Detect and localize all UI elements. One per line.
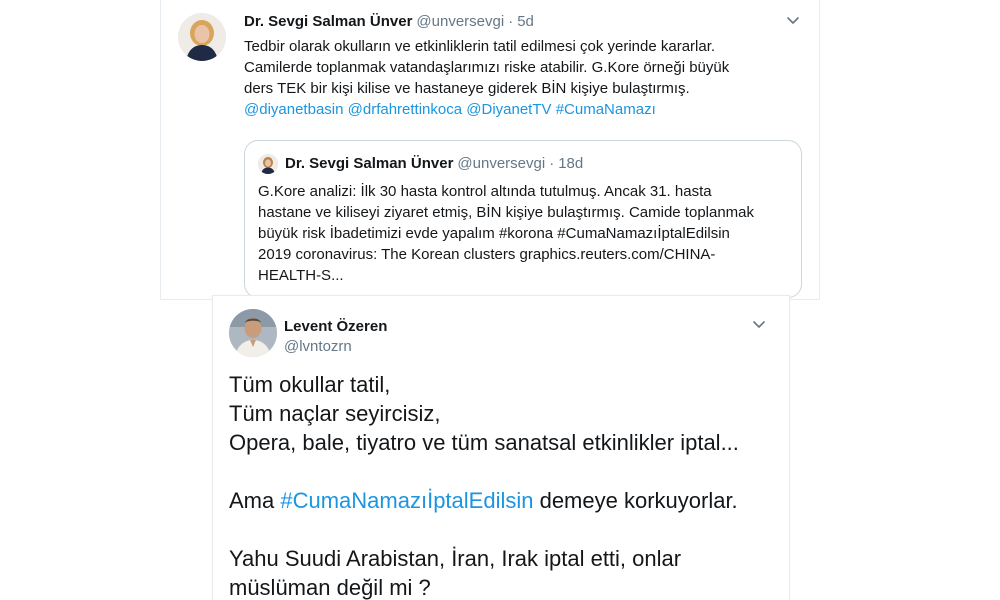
- text-fragment: Ama: [229, 488, 281, 513]
- quoted-tweet-text: G.Kore analizi: İlk 30 hasta kontrol alt…: [258, 181, 790, 286]
- quoted-tweet-header: Dr. Sevgi Salman Ünver @unversevgi · 18d: [285, 154, 583, 174]
- tweet-text-line: Ama #CumaNamazıİptalEdilsin demeye korku…: [229, 486, 779, 515]
- hashtag-link[interactable]: #CumaNamazıİptalEdilsin: [280, 488, 533, 513]
- tweet-text-line: Tüm okullar tatil,: [229, 372, 391, 397]
- tweet-text-line: Camilerde toplanmak vatandaşlarımızı ris…: [244, 59, 730, 76]
- tweet-timestamp[interactable]: 5d: [517, 13, 534, 30]
- quoted-tweet[interactable]: Dr. Sevgi Salman Ünver @unversevgi · 18d G.…: [244, 140, 802, 298]
- author-name[interactable]: Levent Özeren: [284, 317, 387, 337]
- quoted-text-line: HEALTH-S...: [258, 267, 344, 284]
- tweet-card-sevgi[interactable]: Dr. Sevgi Salman Ünver @unversevgi · 5d Ted…: [160, 0, 820, 300]
- separator-dot: ·: [508, 13, 514, 30]
- chevron-down-icon[interactable]: [751, 316, 767, 332]
- author-handle[interactable]: @unversevgi: [416, 13, 504, 30]
- author-name[interactable]: Dr. Sevgi Salman Ünver: [244, 13, 412, 30]
- tweet-text: Tedbir olarak okulların ve etkinliklerin…: [244, 36, 804, 120]
- tweet-text-line: Tüm naçlar seyircisiz,: [229, 401, 441, 426]
- author-name: Dr. Sevgi Salman Ünver: [285, 155, 454, 172]
- quoted-text-line: büyük risk İbadetimizi evde yapalım #kor…: [258, 225, 730, 242]
- mention-link[interactable]: @DiyanetTV: [466, 101, 551, 118]
- author-handle[interactable]: @lvntozrn: [284, 337, 352, 357]
- mention-link[interactable]: @drfahrettinkoca: [348, 101, 462, 118]
- mention-link[interactable]: @diyanetbasin: [244, 101, 343, 118]
- chevron-down-icon[interactable]: [785, 12, 801, 28]
- tweet-text-line: ders TEK bir kişi kilise ve hastaneye gi…: [244, 80, 690, 97]
- avatar: [258, 154, 278, 174]
- separator-dot: ·: [549, 155, 555, 172]
- avatar[interactable]: [229, 309, 277, 357]
- tweet-text-line: Yahu Suudi Arabistan, İran, Irak iptal e…: [229, 546, 682, 571]
- hashtag-link[interactable]: #CumaNamazı: [556, 101, 656, 118]
- tweet-card-levent[interactable]: Levent Özeren @lvntozrn Tüm okullar tati…: [212, 295, 790, 600]
- avatar-portrait-icon: [229, 309, 277, 357]
- text-fragment: demeye korkuyorlar.: [533, 488, 738, 513]
- quoted-text-line: 2019 coronavirus: The Korean clusters gr…: [258, 246, 716, 263]
- avatar-portrait-icon: [258, 154, 278, 174]
- quoted-text-line: G.Kore analizi: İlk 30 hasta kontrol alt…: [258, 183, 712, 200]
- quoted-text-line: hastane ve kiliseyi ziyaret etmiş, BİN k…: [258, 204, 755, 221]
- tweet-text-line: Opera, bale, tiyatro ve tüm sanatsal etk…: [229, 430, 739, 455]
- screenshot-canvas: Dr. Sevgi Salman Ünver @unversevgi · 5d Ted…: [0, 0, 1000, 600]
- tweet-text-line: müslüman değil mi ?: [229, 575, 431, 600]
- tweet-text: Tüm okullar tatil, Tüm naçlar seyircisiz…: [229, 370, 779, 600]
- avatar-portrait-icon: [178, 13, 226, 61]
- tweet-header: Dr. Sevgi Salman Ünver @unversevgi · 5d: [244, 12, 534, 32]
- tweet-timestamp: 18d: [558, 155, 584, 172]
- tweet-text-line: Tedbir olarak okulların ve etkinliklerin…: [244, 38, 716, 55]
- author-handle: @unversevgi: [457, 155, 546, 172]
- avatar[interactable]: [178, 13, 226, 61]
- mentions-line: @diyanetbasin @drfahrettinkoca @DiyanetT…: [244, 99, 804, 120]
